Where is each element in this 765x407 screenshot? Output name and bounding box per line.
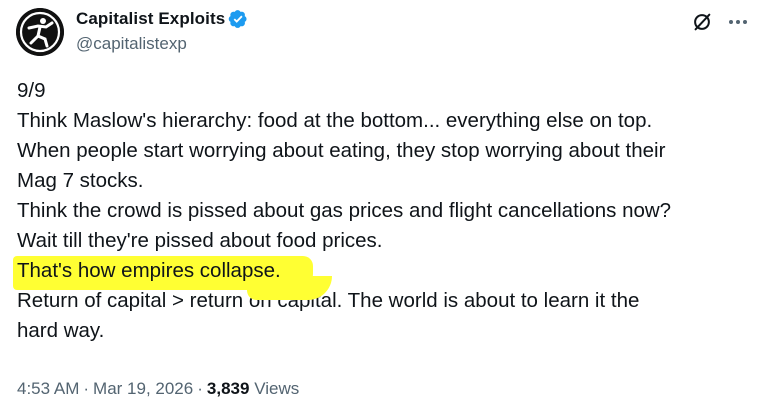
- meta-separator: ·: [197, 379, 203, 398]
- highlighted-line: That's how empires collapse.: [13, 256, 752, 300]
- views-count[interactable]: 3,839: [207, 379, 250, 398]
- running-figure-logo-icon: [16, 8, 64, 56]
- timestamp-link[interactable]: 4:53 AM · Mar 19, 2026: [17, 379, 193, 398]
- display-name[interactable]: Capitalist Exploits: [76, 9, 225, 29]
- avatar[interactable]: [16, 8, 64, 56]
- tweet-line: Wait till they're pissed about food pric…: [17, 229, 383, 252]
- tweet-actions: [689, 9, 751, 35]
- verified-badge-icon[interactable]: [228, 9, 248, 29]
- tweet-line: Mag 7 stocks.: [17, 169, 144, 192]
- handle[interactable]: @capitalistexp: [76, 34, 248, 54]
- meta-separator: ·: [83, 379, 90, 398]
- tweet-text: 9/9 Think Maslow's hierarchy: food at th…: [13, 76, 752, 346]
- tweet-time: 4:53 AM: [17, 379, 80, 398]
- display-name-row: Capitalist Exploits: [76, 8, 248, 30]
- views-label: Views: [254, 379, 300, 398]
- tweet-line: When people start worrying about eating,…: [17, 139, 666, 162]
- tweet-line: 9/9: [17, 79, 46, 102]
- tweet-line: Think Maslow's hierarchy: food at the bo…: [17, 109, 653, 132]
- highlighted-text: That's how empires collapse.: [17, 259, 281, 282]
- tweet-meta: 4:53 AM · Mar 19, 2026 · 3,839 Views: [17, 379, 299, 399]
- tweet-line: hard way.: [17, 319, 105, 342]
- tweet-line: Return of capital > return on capital. T…: [17, 289, 640, 312]
- tweet-line: Think the crowd is pissed about gas pric…: [17, 199, 672, 222]
- tweet-date: Mar 19, 2026: [93, 379, 194, 398]
- author-block[interactable]: Capitalist Exploits @capitalistexp: [76, 8, 248, 54]
- more-horizontal-icon[interactable]: [725, 9, 751, 35]
- highlight-marker: That's how empires collapse.: [13, 256, 332, 300]
- grok-slash-circle-icon[interactable]: [689, 9, 715, 35]
